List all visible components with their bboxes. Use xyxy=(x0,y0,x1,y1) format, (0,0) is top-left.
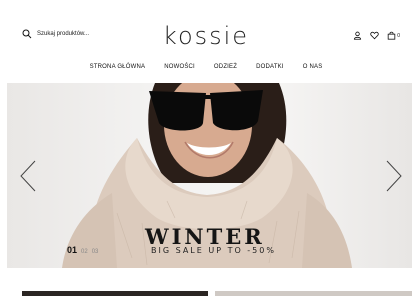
chevron-left-icon[interactable] xyxy=(19,160,37,192)
pager-item-3[interactable]: 03 xyxy=(92,249,99,255)
cart-button[interactable]: 0 xyxy=(387,31,400,40)
user-icon[interactable] xyxy=(353,31,362,40)
product-tile-image[interactable] xyxy=(215,291,412,296)
nav-item-home[interactable]: STRONA GŁÓWNA xyxy=(90,64,146,70)
site-header: Szukaj produktów... kossie 0 STRONA GŁÓW… xyxy=(0,0,412,82)
heart-icon[interactable] xyxy=(370,31,379,40)
logo[interactable]: kossie xyxy=(0,22,412,50)
hero-slider[interactable]: WINTER BIG SALE UP TO -50% 01 02 03 xyxy=(7,83,412,268)
slide-subtitle: BIG SALE UP TO -50% xyxy=(151,246,276,255)
header-icons: 0 xyxy=(353,31,400,40)
main-nav: STRONA GŁÓWNA NOWOŚCI ODZIEŻ DODATKI O N… xyxy=(0,64,412,70)
nav-item-accessories[interactable]: DODATKI xyxy=(256,64,284,70)
pager-item-1[interactable]: 01 xyxy=(67,245,77,255)
nav-item-about[interactable]: O NAS xyxy=(303,64,323,70)
pager-item-2[interactable]: 02 xyxy=(81,249,88,255)
cart-count: 0 xyxy=(397,32,400,39)
slide-pager: 01 02 03 xyxy=(67,245,98,255)
nav-item-new[interactable]: NOWOŚCI xyxy=(164,64,195,70)
nav-item-clothing[interactable]: ODZIEŻ xyxy=(214,64,237,70)
product-tile-image[interactable] xyxy=(22,291,208,296)
chevron-right-icon[interactable] xyxy=(385,160,403,192)
bag-icon xyxy=(387,31,396,40)
